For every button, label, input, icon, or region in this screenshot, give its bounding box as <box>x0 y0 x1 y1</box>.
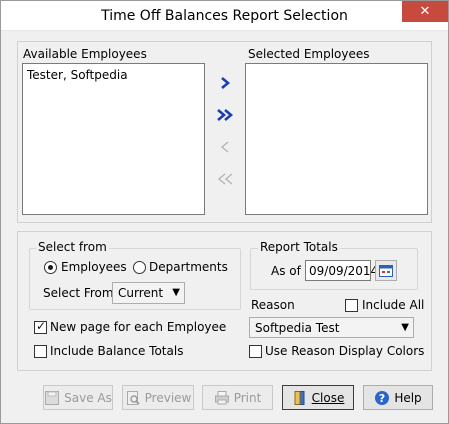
close-label: Close <box>311 390 345 405</box>
preview-icon <box>126 390 140 405</box>
employees-radio[interactable] <box>44 261 57 274</box>
remove-one-button[interactable] <box>212 136 238 158</box>
printer-icon <box>214 390 229 404</box>
double-chevron-right-icon <box>217 109 234 121</box>
svg-text:?: ? <box>379 392 385 405</box>
departments-radio-label: Departments <box>149 260 228 274</box>
include-balance-checkbox[interactable] <box>34 345 47 358</box>
select-from-label: Select From <box>43 286 114 300</box>
close-button[interactable]: Close <box>282 385 354 410</box>
available-employees-list[interactable]: Tester, Softpedia <box>22 63 205 215</box>
reason-value: Softpedia Test <box>255 321 340 335</box>
use-reason-colors-label: Use Reason Display Colors <box>265 344 425 358</box>
close-window-button[interactable]: ✕ <box>402 1 448 22</box>
calendar-button[interactable] <box>375 260 397 281</box>
print-button[interactable]: Print <box>202 385 273 410</box>
double-chevron-left-icon <box>217 173 233 185</box>
selected-employees-label: Selected Employees <box>248 47 370 61</box>
chevron-down-icon: ▼ <box>401 322 409 333</box>
print-label: Print <box>233 390 262 405</box>
help-button[interactable]: ? Help <box>363 385 433 410</box>
help-icon: ? <box>375 390 390 405</box>
include-balance-label: Include Balance Totals <box>50 344 184 358</box>
new-page-checkbox[interactable] <box>34 319 47 334</box>
departments-radio[interactable] <box>133 261 146 274</box>
as-of-label: As of <box>271 264 301 278</box>
select-from-group: Select from Employees Departments Select… <box>29 240 241 310</box>
use-reason-colors-checkbox[interactable] <box>249 345 262 358</box>
dialog-window: Time Off Balances Report Selection ✕ Ava… <box>0 0 449 424</box>
add-one-button[interactable] <box>212 72 238 94</box>
employee-selection-panel: Available Employees Tester, Softpedia Se… <box>17 41 432 223</box>
report-totals-group: Report Totals As of 09/09/2014 <box>250 240 418 290</box>
door-icon <box>294 390 305 405</box>
select-from-title: Select from <box>36 240 109 254</box>
report-options-panel: Select from Employees Departments Select… <box>17 231 432 371</box>
save-as-button[interactable]: Save As <box>43 385 113 410</box>
chevron-down-icon: ▼ <box>172 287 180 298</box>
as-of-date-value: 09/09/2014 <box>309 264 379 278</box>
help-label: Help <box>394 390 422 405</box>
new-page-label: New page for each Employee <box>50 320 227 334</box>
chevron-left-icon <box>220 141 229 153</box>
available-employees-label: Available Employees <box>23 47 147 61</box>
select-from-dropdown[interactable]: Current ▼ <box>112 282 185 304</box>
calendar-icon <box>379 264 393 277</box>
chevron-right-icon <box>221 77 231 89</box>
include-all-checkbox[interactable] <box>345 299 358 312</box>
list-item[interactable]: Tester, Softpedia <box>27 68 128 82</box>
report-totals-title: Report Totals <box>258 240 340 254</box>
save-icon <box>45 390 60 405</box>
window-title: Time Off Balances Report Selection <box>101 8 348 24</box>
preview-label: Preview <box>144 390 192 405</box>
select-from-value: Current <box>118 286 164 300</box>
add-all-button[interactable] <box>212 104 238 126</box>
selected-employees-list[interactable] <box>245 63 428 215</box>
as-of-date-field[interactable]: 09/09/2014 <box>305 260 378 281</box>
title-bar[interactable]: Time Off Balances Report Selection ✕ <box>1 1 448 31</box>
save-as-label: Save As <box>64 390 112 405</box>
remove-all-button[interactable] <box>212 168 238 190</box>
preview-button[interactable]: Preview <box>122 385 194 410</box>
reason-dropdown[interactable]: Softpedia Test ▼ <box>249 317 414 338</box>
employees-radio-label: Employees <box>61 260 127 274</box>
reason-label: Reason <box>251 298 295 312</box>
include-all-label: Include All <box>362 298 425 312</box>
